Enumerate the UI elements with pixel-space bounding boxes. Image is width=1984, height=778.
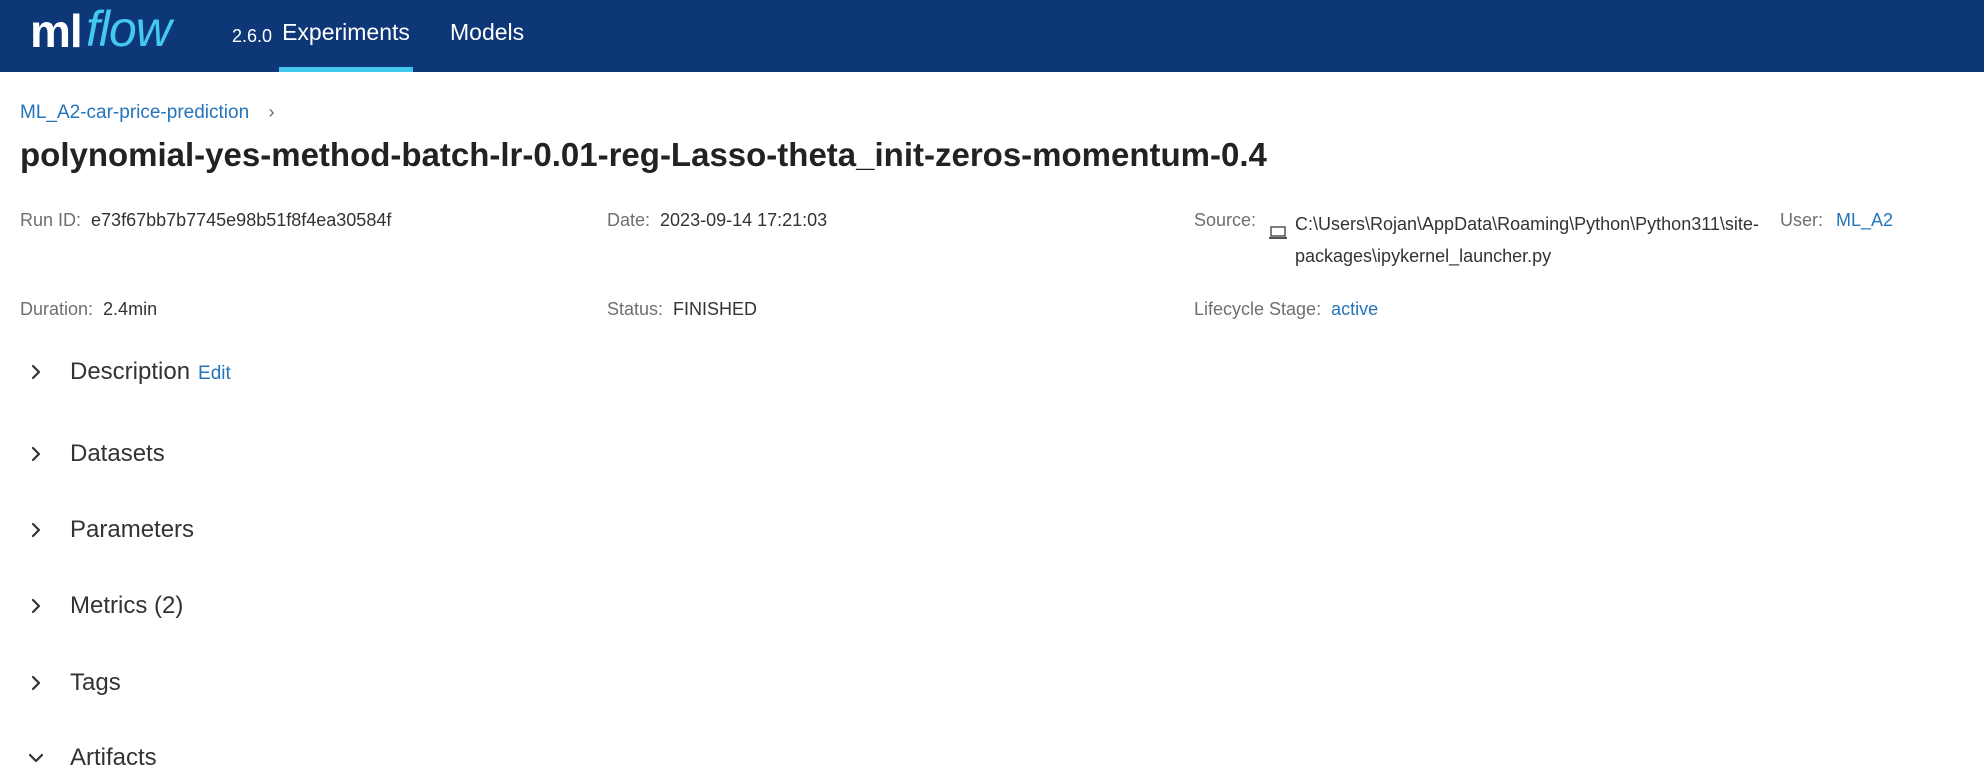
- user-link[interactable]: ML_A2: [1836, 210, 1893, 231]
- chevron-right-icon: [31, 598, 41, 614]
- chevron-down-icon: [28, 753, 44, 763]
- source-label: Source:: [1194, 210, 1257, 230]
- user-label: User:: [1780, 210, 1824, 230]
- section-description-label: Description: [70, 358, 191, 385]
- breadcrumb-separator-icon: ›: [268, 102, 275, 122]
- description-edit-link[interactable]: Edit: [198, 363, 231, 384]
- lifecycle-link[interactable]: active: [1331, 299, 1378, 319]
- logo-flow-text: flow: [86, 1, 172, 57]
- laptop-icon: [1269, 226, 1287, 239]
- section-artifacts-label: Artifacts: [70, 744, 157, 771]
- nav-models[interactable]: Models: [450, 0, 524, 72]
- chevron-right-icon: [31, 364, 41, 380]
- nav-models-label: Models: [450, 19, 525, 45]
- breadcrumb-experiment-link[interactable]: ML_A2-car-price-prediction: [20, 102, 249, 123]
- source-field: Source:: [1194, 210, 1266, 231]
- duration-label: Duration:: [20, 299, 94, 319]
- duration-value: 2.4min: [103, 299, 158, 319]
- run-title: polynomial-yes-method-batch-lr-0.01-reg-…: [20, 136, 1267, 173]
- section-metrics-label: Metrics (2): [70, 592, 184, 619]
- status-label: Status:: [607, 299, 664, 319]
- status-field: Status: FINISHED: [607, 299, 757, 320]
- logo-ml-text: ml: [30, 5, 83, 57]
- lifecycle-field: Lifecycle Stage: active: [1194, 299, 1378, 320]
- lifecycle-label: Lifecycle Stage:: [1194, 299, 1322, 319]
- section-parameters-label: Parameters: [70, 516, 195, 543]
- chevron-right-icon: [31, 522, 41, 538]
- duration-field: Duration: 2.4min: [20, 299, 157, 320]
- nav-experiments-label: Experiments: [282, 19, 410, 45]
- run-id-label: Run ID:: [20, 210, 82, 230]
- chevron-right-icon: [31, 446, 41, 462]
- run-id-value: e73f67bb7b7745e98b51f8f4ea30584f: [91, 210, 392, 230]
- chevron-right-icon: [31, 675, 41, 691]
- run-id-field: Run ID: e73f67bb7b7745e98b51f8f4ea30584f: [20, 210, 391, 231]
- section-datasets-label: Datasets: [70, 440, 165, 467]
- section-tags-label: Tags: [70, 669, 121, 696]
- date-label: Date:: [607, 210, 651, 230]
- status-value: FINISHED: [673, 299, 758, 319]
- nav-experiments[interactable]: Experiments: [279, 0, 413, 72]
- top-navigation-bar: ml flow 2.6.0 Experiments Models: [0, 0, 1984, 72]
- source-value: C:\Users\Rojan\AppData\Roaming\Python\Py…: [1295, 214, 1759, 266]
- date-value: 2023-09-14 17:21:03: [660, 210, 828, 230]
- version-label: 2.6.0: [232, 26, 273, 46]
- active-tab-indicator: [279, 67, 413, 72]
- breadcrumb: ML_A2-car-price-prediction ›: [20, 102, 274, 124]
- date-field: Date: 2023-09-14 17:21:03: [607, 210, 827, 231]
